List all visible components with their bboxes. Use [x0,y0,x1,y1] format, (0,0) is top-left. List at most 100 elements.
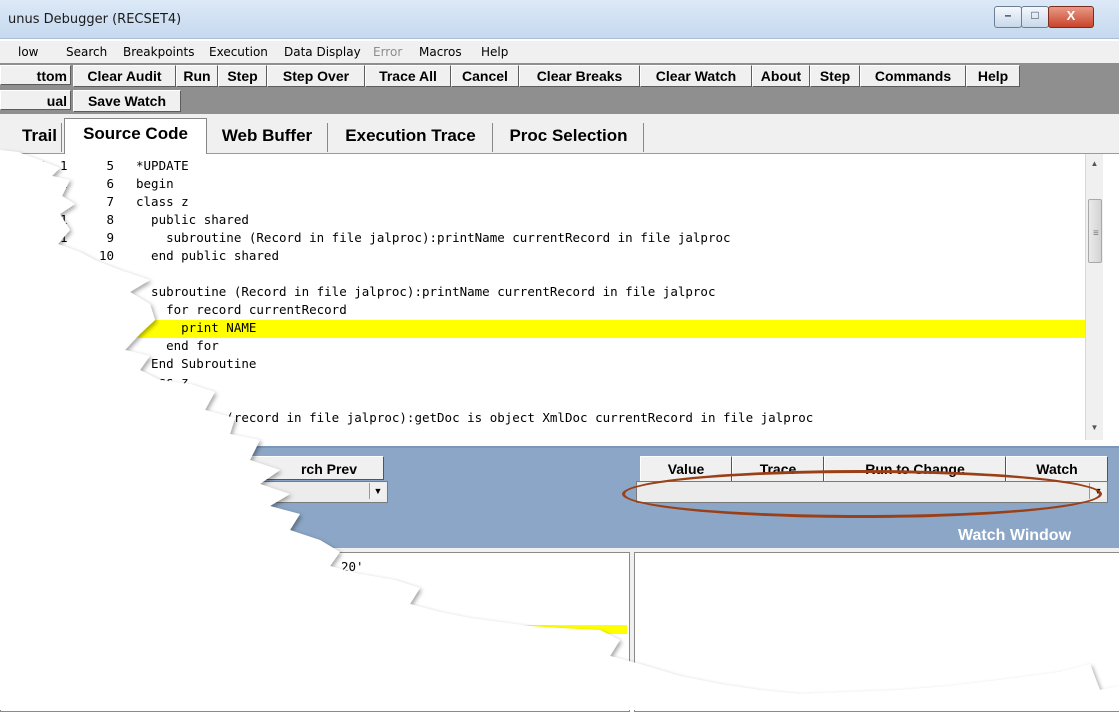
source-line[interactable]: 1 8 public shared [0,212,1085,230]
code-text: subroutine (Record in file jalproc):prin… [136,284,716,299]
source-line[interactable]: 1 9 subroutine (Record in file jalproc):p… [0,230,1085,248]
watch-button[interactable]: Watch [1006,456,1108,482]
manual-button[interactable]: ual [0,90,71,110]
code-text: class z [136,194,189,209]
about-button[interactable]: About [752,65,810,87]
search-prev-button[interactable]: rch Prev [214,456,384,480]
tab-web-buffer[interactable]: Web Buffer [207,123,328,152]
minimize-button[interactable]: – [994,6,1022,28]
step-over-button[interactable]: Step Over [267,65,365,87]
tab-execution-trace[interactable]: Execution Trace [329,123,493,152]
scroll-up-icon[interactable]: ▲ [1086,156,1103,172]
watch-window-title: Watch Window [958,527,1072,544]
scroll-down-icon[interactable]: ▼ [1086,420,1103,436]
source-line[interactable] [0,266,1085,284]
line-number: 5 [106,158,114,173]
code-text: ction (record in file jalproc):getDoc is… [136,410,814,425]
menu-error: Error [373,45,403,59]
run-button[interactable]: Run [176,65,218,87]
window-title: unus Debugger (RECSET4) [8,12,182,27]
source-line[interactable] [0,392,1085,410]
close-icon: X [1066,8,1076,23]
clear-watch-button[interactable]: Clear Watch [640,65,752,87]
watch-window-pane[interactable] [634,552,1119,712]
toolbar-row-2: ual Save Watch [0,88,1119,114]
line-number: 10 [98,248,114,263]
code-text: End Subroutine [136,356,257,371]
source-line[interactable]: End Subroutine [0,356,1085,374]
debugger-window: unus Debugger (RECSET4) – □ X low Search… [0,0,1119,712]
step-button[interactable]: Step [218,65,267,87]
code-text: class z [136,374,189,389]
menu-search[interactable]: Search [66,45,107,59]
source-line[interactable]: for record currentRecord [0,302,1085,320]
data-display-pane[interactable]: 20' AME [0,552,630,712]
data-line-1: 20' [341,559,364,574]
source-line[interactable]: 6 1 5 *UPDATE [0,158,1085,176]
source-line[interactable]: print NAME [0,320,1085,338]
tab-strip: Trail Source Code Web Buffer Execution T… [0,114,1119,155]
menu-breakpoints[interactable]: Breakpoints [123,45,194,59]
exec-count: 1 [60,212,68,227]
tab-proc-selection[interactable]: Proc Selection [494,123,644,152]
exec-count: 1 [60,176,68,191]
maximize-button[interactable]: □ [1021,6,1049,28]
code-text: subroutine (Record in file jalproc):prin… [136,230,731,245]
run-to-change-button[interactable]: Run to Change [824,456,1006,482]
watch-trace-button[interactable]: Trace [732,456,824,482]
toolbar-row-1: ttom Clear Audit Run Step Step Over Trac… [0,63,1119,88]
code-text: public shared [136,212,249,227]
code-text: end public shared [136,248,279,263]
line-number: 6 [106,176,114,191]
code-text: *UPDATE [136,158,189,173]
menu-macros[interactable]: Macros [419,45,462,59]
source-line[interactable]: subroutine (Record in file jalproc):prin… [0,284,1085,302]
menu-window[interactable]: low [18,45,39,59]
code-text: print NAME [136,320,257,335]
clear-breaks-button[interactable]: Clear Breaks [519,65,640,87]
scroll-thumb[interactable]: ≡ [1088,199,1102,263]
menu-help[interactable]: Help [481,45,508,59]
source-line[interactable]: class z [0,374,1085,392]
menu-execution[interactable]: Execution [209,45,268,59]
data-line-2: AME [441,616,464,631]
minimize-icon: – [1004,8,1012,22]
line-number: 7 [106,194,114,209]
clear-audit-button[interactable]: Clear Audit [73,65,176,87]
chevron-down-icon-2[interactable]: ▼ [1089,483,1106,499]
trace-all-button[interactable]: Trace All [365,65,451,87]
source-line[interactable]: end for [0,338,1085,356]
tab-audit-trail[interactable]: Trail [0,123,62,152]
line-number: 9 [106,230,114,245]
source-code-pane[interactable]: 6 1 5 *UPDATE 1 6 begin 7 class z18 public share… [0,154,1085,440]
code-text: for record currentRecord [136,302,347,317]
maximize-icon: □ [1031,8,1039,22]
source-scrollbar[interactable]: ▲ ≡ ▼ [1085,154,1103,440]
search-combo[interactable]: ▼ [200,481,388,503]
save-watch-button[interactable]: Save Watch [73,90,181,112]
menu-bar: low Search Breakpoints Execution Data Di… [0,41,1119,64]
source-line[interactable]: ction (record in file jalproc):getDoc is… [0,410,1085,428]
help-button[interactable]: Help [966,65,1020,87]
code-text: end for [136,338,219,353]
search-watch-panel: rch Prev ▼ Value Trace Run to Change Wat… [0,446,1119,550]
source-line[interactable]: 10 end public shared [0,248,1085,266]
data-highlight [487,625,627,634]
cancel-button[interactable]: Cancel [451,65,519,87]
step-button-2[interactable]: Step [810,65,860,87]
grip-icon: ≡ [1093,228,1099,239]
exec-count: 1 [60,230,68,245]
line-number: 8 [106,212,114,227]
chevron-down-icon[interactable]: ▼ [369,483,386,499]
source-line[interactable]: 7 class z [0,194,1085,212]
title-bar: unus Debugger (RECSET4) – □ X [0,0,1119,39]
code-text: begin [136,176,174,191]
watch-combo[interactable]: ▼ [636,481,1108,503]
menu-data-display[interactable]: Data Display [284,45,361,59]
tab-source-code[interactable]: Source Code [64,118,207,155]
commands-button[interactable]: Commands [860,65,966,87]
watch-value-button[interactable]: Value [640,456,732,482]
close-button[interactable]: X [1048,6,1094,28]
bottom-button[interactable]: ttom [0,65,71,85]
source-line[interactable]: 1 6 begin [0,176,1085,194]
